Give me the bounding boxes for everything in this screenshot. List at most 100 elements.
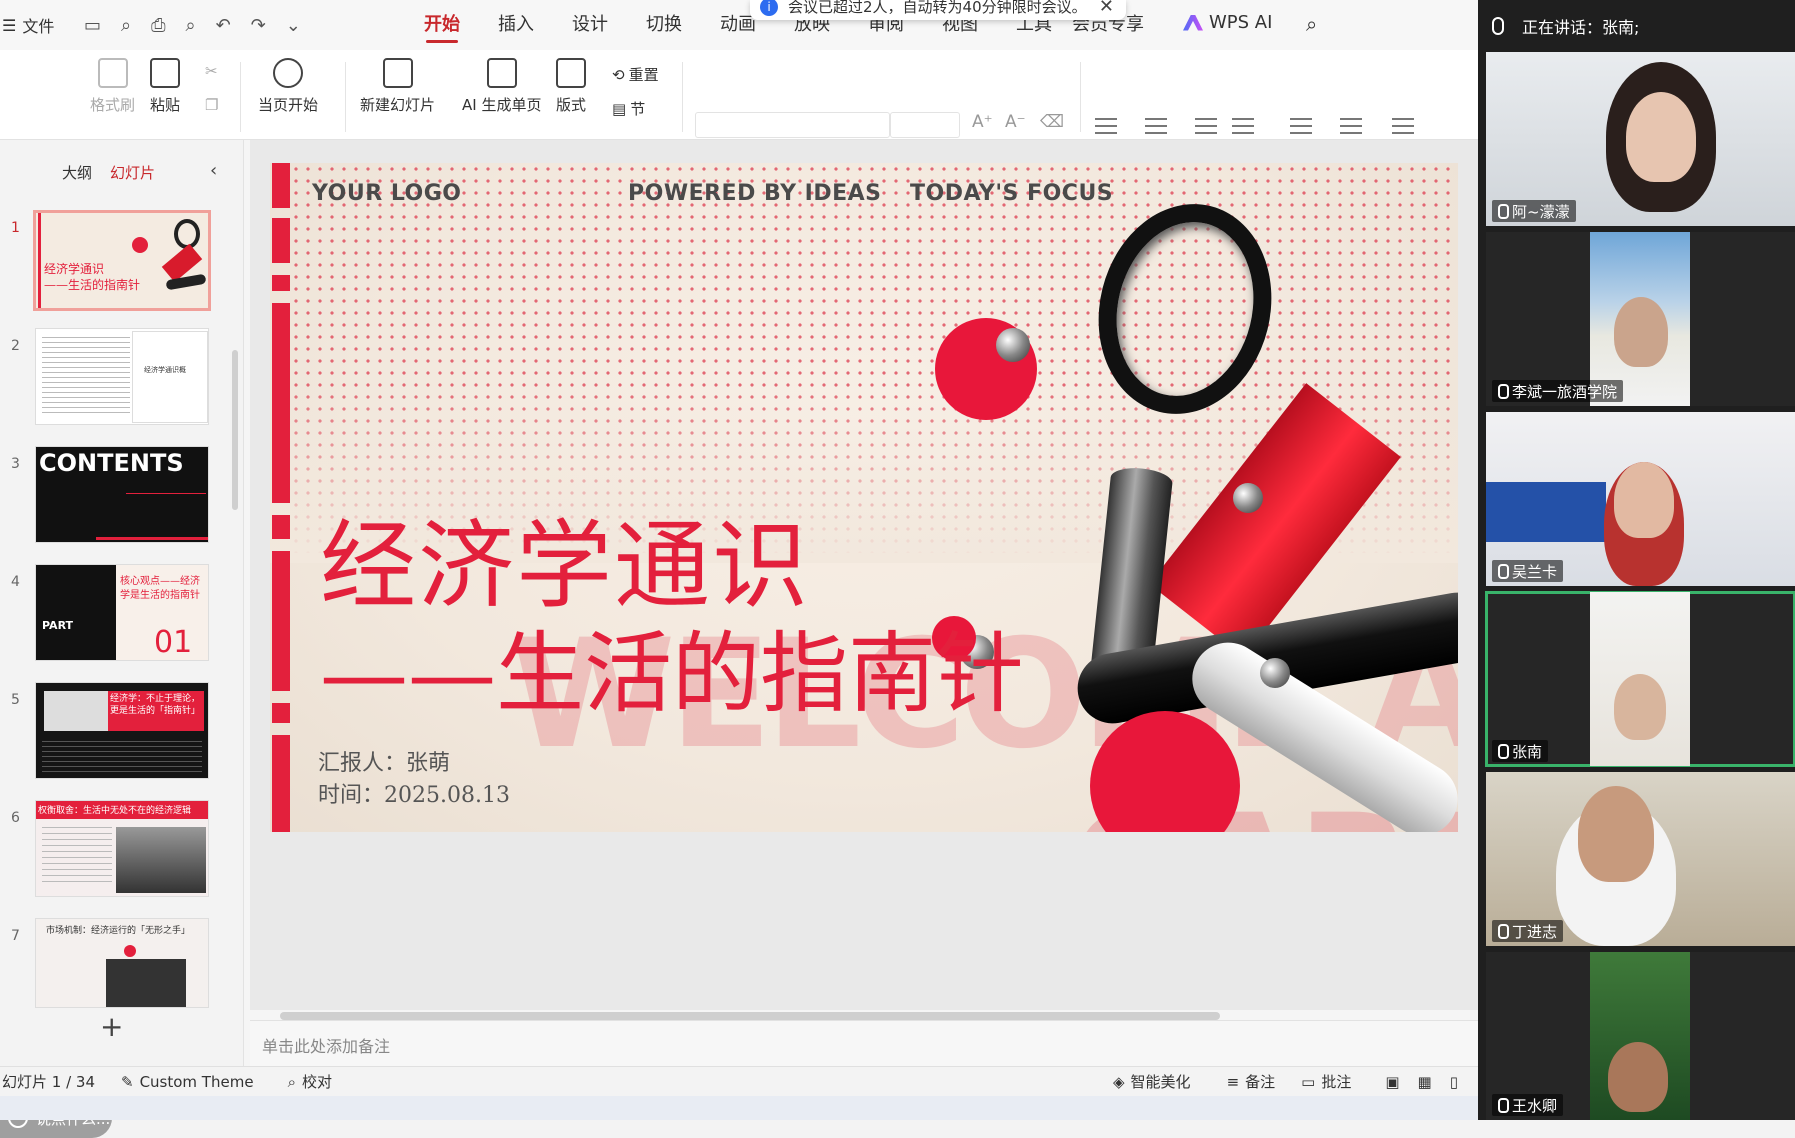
numbering-icon[interactable] <box>1145 118 1167 134</box>
print-preview-icon[interactable]: ⌕ <box>186 15 196 36</box>
notice-text: 会议已超过2人，自动转为40分钟限时会议。 <box>788 0 1087 16</box>
undo-icon[interactable]: ↶ <box>216 15 231 36</box>
slides-scrollbar[interactable] <box>232 350 238 510</box>
slide-thumbnail-4[interactable]: PART 核心观点——经济学是生活的指南针 01 <box>35 564 209 661</box>
format-painter-button[interactable]: 格式刷 <box>90 58 135 115</box>
export-icon[interactable]: ⌕ <box>121 15 131 36</box>
thumb-red-circle <box>132 237 148 253</box>
increase-indent-icon[interactable] <box>1232 118 1254 134</box>
section-button[interactable]: ▤ 节 <box>612 98 645 119</box>
ai-single-page-button[interactable]: AI 生成单页 <box>462 58 541 115</box>
wps-presentation-window: ☰ 文件 ▭ ⌕ ⎙ ⌕ ↶ ↷ ⌄ 开始 插入 设计 切换 动画 放映 审阅 … <box>0 0 1478 1138</box>
comments-button[interactable]: ▭ 批注 <box>1301 1071 1351 1092</box>
tab-outline[interactable]: 大纲 <box>62 162 92 183</box>
thumb-title: 核心观点——经济学是生活的指南针 <box>120 576 200 601</box>
cut-icon[interactable]: ✂ <box>205 62 218 80</box>
proofread-button[interactable]: ⌕ 校对 <box>288 1071 332 1092</box>
horizontal-scrollbar[interactable] <box>280 1012 1220 1020</box>
notes-pane[interactable]: 单击此处添加备注 <box>250 1020 1478 1070</box>
sort-icon[interactable] <box>1340 118 1362 134</box>
thumb-photo <box>106 959 186 1007</box>
new-slide-icon <box>382 58 413 88</box>
search-icon[interactable]: ⌕ <box>1306 12 1317 36</box>
participant-name: 张南 <box>1492 740 1549 762</box>
smart-beautify-button[interactable]: ◈ 智能美化 <box>1113 1071 1191 1092</box>
participant-name: 丁进志 <box>1492 920 1564 942</box>
thumb-text-lines <box>42 741 202 775</box>
date-text[interactable]: 时间：2025.08.13 <box>318 777 510 809</box>
thumb-red-line <box>96 537 208 540</box>
font-family-select[interactable] <box>695 112 890 138</box>
paste-button[interactable]: 粘贴 <box>150 58 180 115</box>
participant-tile[interactable]: 李斌一旅酒学院 <box>1486 232 1795 406</box>
header-logo-text: YOUR LOGO <box>312 181 462 206</box>
slide-number: 3 <box>11 456 20 472</box>
layout-button[interactable]: 版式 <box>556 58 586 115</box>
text-direction-icon[interactable] <box>1290 118 1312 134</box>
decrease-font-icon[interactable]: A⁻ <box>1005 112 1026 132</box>
slide-counter: 幻灯片 1 / 34 <box>2 1073 95 1091</box>
participant-tile[interactable]: 王水卿 <box>1486 952 1795 1120</box>
play-from-current-button[interactable]: 当页开始 <box>258 58 318 115</box>
wps-ai-logo-icon <box>1183 14 1203 31</box>
slide-thumbnail-1[interactable]: 经济学通识 ——生活的指南针 <box>33 210 211 311</box>
slide-thumbnail-7[interactable]: 市场机制：经济运行的「无形之手」 <box>35 918 209 1008</box>
proofread-icon: ⌕ <box>287 1072 296 1091</box>
thumb-accent-bar <box>38 213 41 308</box>
new-slide-label: 新建幻灯片 <box>360 96 436 114</box>
convert-icon[interactable] <box>1392 118 1414 134</box>
slide-title-line2[interactable]: ——生活的指南针 <box>320 603 1024 730</box>
participant-tile[interactable]: 吴兰卡 <box>1486 412 1795 586</box>
font-size-select[interactable] <box>890 112 960 138</box>
close-icon[interactable]: ✕ <box>1099 0 1114 17</box>
tab-slides[interactable]: 幻灯片 <box>110 162 155 183</box>
redo-icon[interactable]: ↷ <box>251 15 266 36</box>
participant-tile-active[interactable]: 张南 <box>1485 591 1795 767</box>
print-icon[interactable]: ⎙ <box>151 15 165 36</box>
chrome-ball <box>996 328 1030 362</box>
increase-font-icon[interactable]: A⁺ <box>972 112 993 132</box>
proofread-label: 校对 <box>301 1073 332 1091</box>
file-menu-label: 文件 <box>22 17 55 36</box>
reporter-text[interactable]: 汇报人：张萌 <box>318 745 450 777</box>
participant-face <box>1614 297 1668 367</box>
hamburger-icon: ☰ <box>2 15 17 35</box>
participant-tile[interactable]: 丁进志 <box>1486 772 1795 946</box>
collapse-panel-icon[interactable]: ‹ <box>210 160 217 181</box>
thumb-part-label: PART <box>42 619 74 632</box>
slide-sorter-icon[interactable]: ▦ <box>1418 1073 1432 1091</box>
reading-view-icon[interactable]: ▯ <box>1450 1073 1458 1091</box>
slide-thumbnail-6[interactable]: 权衡取舍：生活中无处不在的经济逻辑 <box>35 800 209 897</box>
thumb-photo <box>116 827 206 893</box>
header-tagline: POWERED BY IDEAS <box>628 181 882 206</box>
clear-format-icon[interactable]: ⌫ <box>1040 112 1064 132</box>
save-icon[interactable]: ▭ <box>84 15 101 36</box>
wps-ai-button[interactable]: WPS AI <box>1183 12 1272 33</box>
tab-transition[interactable]: 切换 <box>627 10 701 43</box>
notes-toggle-button[interactable]: ≡ 备注 <box>1227 1071 1276 1092</box>
tab-design[interactable]: 设计 <box>553 10 627 43</box>
tab-insert[interactable]: 插入 <box>479 10 553 43</box>
file-menu[interactable]: ☰ 文件 <box>0 13 62 37</box>
normal-view-icon[interactable]: ▣ <box>1385 1073 1399 1091</box>
slide-number: 1 <box>11 220 20 236</box>
slide-1[interactable]: YOUR LOGO POWERED BY IDEAS TODAY'S FOCUS… <box>270 163 1458 832</box>
chevron-down-icon[interactable]: ⌄ <box>286 15 301 36</box>
slide-thumbnail-3[interactable]: CONTENTS <box>35 446 209 543</box>
participant-tile[interactable]: 阿~濛濛 <box>1486 52 1795 226</box>
decrease-indent-icon[interactable] <box>1195 118 1217 134</box>
copy-icon[interactable]: ❐ <box>205 96 218 114</box>
new-slide-button[interactable]: 新建幻灯片 <box>360 58 435 115</box>
comment-icon: ▭ <box>1301 1072 1316 1091</box>
slide-number: 5 <box>11 692 20 708</box>
speaking-indicator: 正在讲话：张南; <box>1478 0 1795 52</box>
slide-thumbnail-5[interactable]: 经济学：不止于理论，更是生活的「指南针」 <box>35 682 209 779</box>
bullets-icon[interactable] <box>1095 118 1117 134</box>
tab-home[interactable]: 开始 <box>405 10 479 43</box>
theme-button[interactable]: ✎ Custom Theme <box>121 1073 254 1091</box>
slide-thumbnail-2[interactable]: 经济学通识概 <box>35 328 209 425</box>
reset-button[interactable]: ⟲ 重置 <box>612 64 659 85</box>
add-slide-button[interactable]: + <box>100 1010 123 1043</box>
layout-label: 版式 <box>556 96 587 114</box>
meeting-limit-notice: i 会议已超过2人，自动转为40分钟限时会议。 ✕ <box>750 0 1126 20</box>
